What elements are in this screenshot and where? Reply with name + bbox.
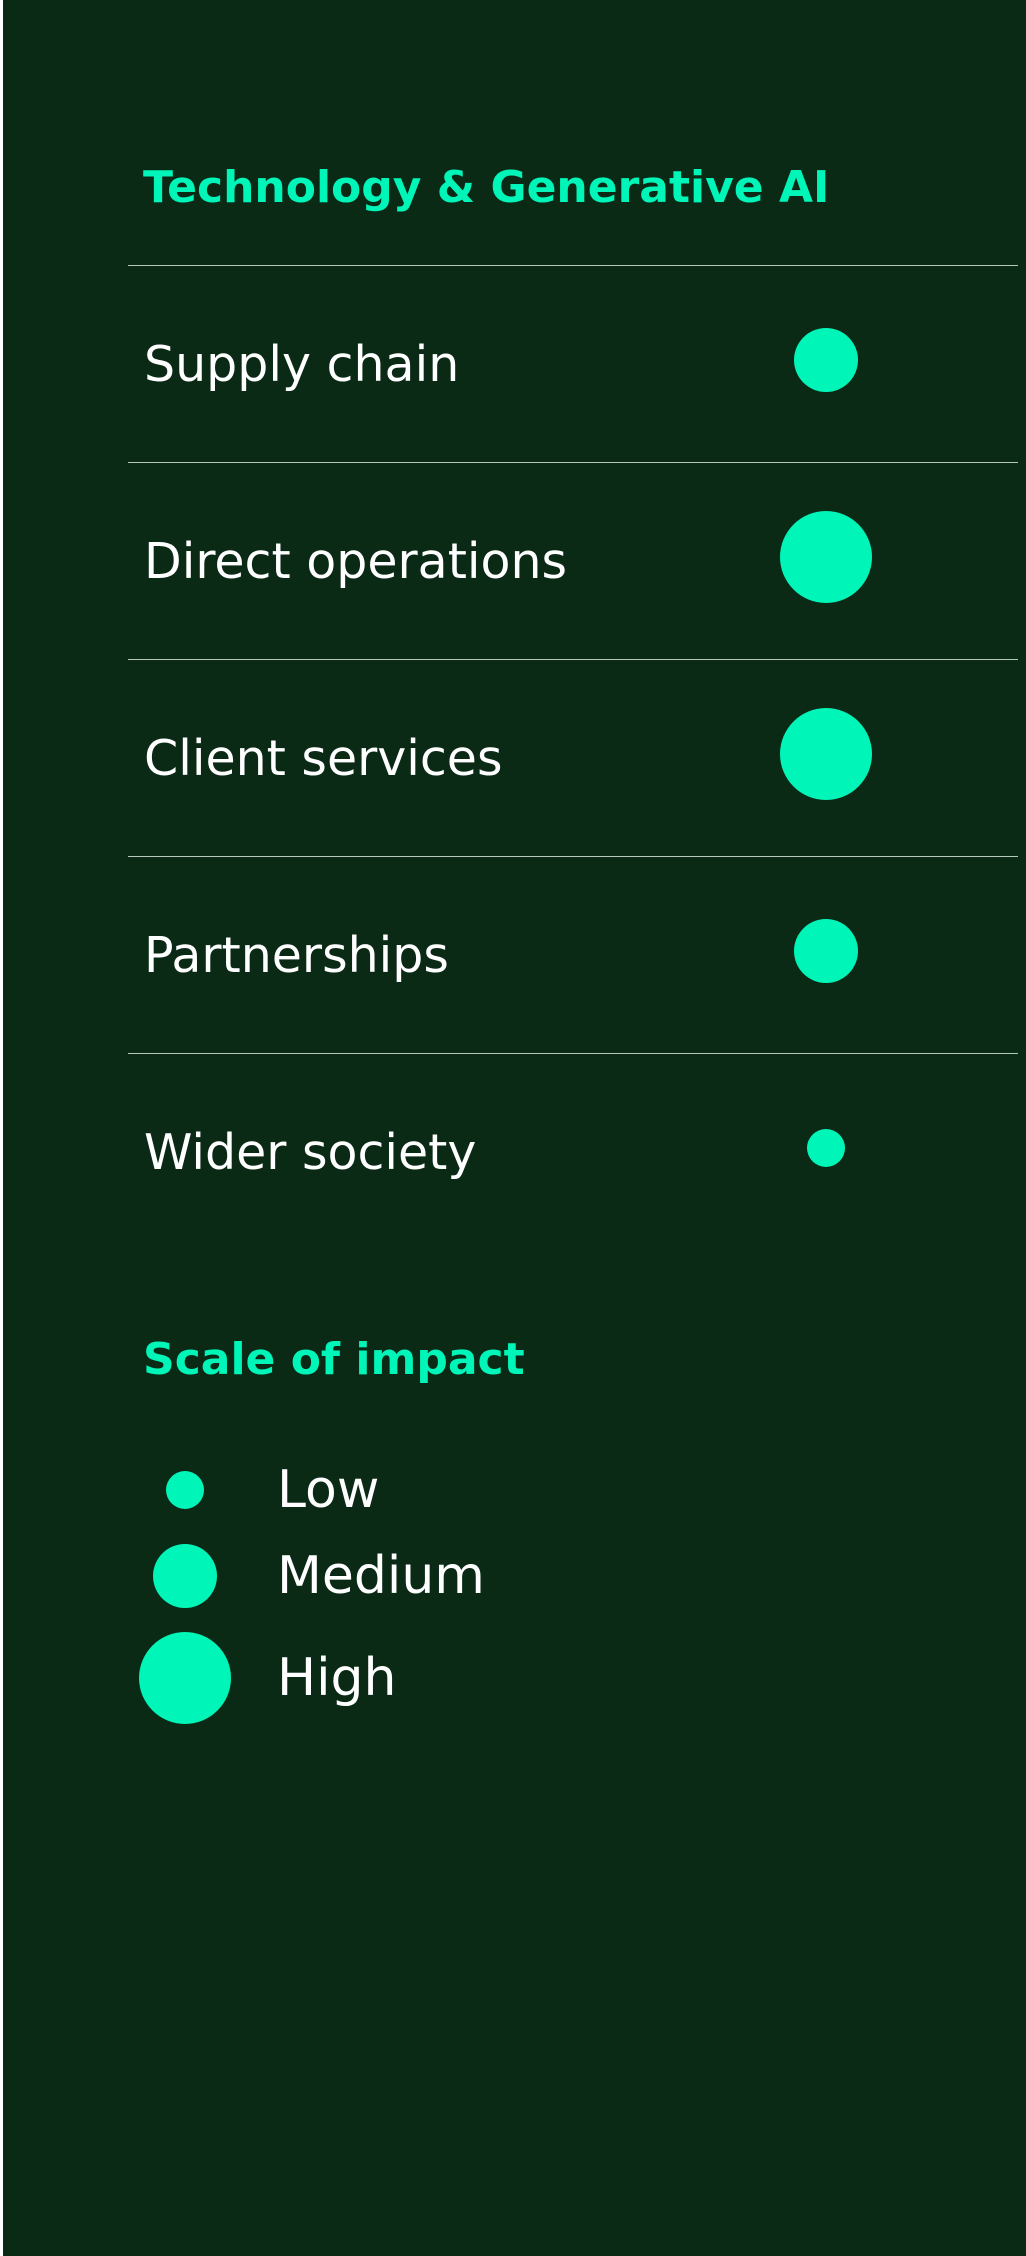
impact-dot bbox=[794, 328, 858, 392]
row-label: Client services bbox=[144, 730, 503, 787]
impact-dot bbox=[780, 511, 872, 603]
chart-title: Technology & Generative AI bbox=[143, 162, 830, 213]
row-label: Partnerships bbox=[144, 927, 449, 984]
impact-dot bbox=[780, 708, 872, 800]
legend-label: Medium bbox=[277, 1546, 485, 1606]
row-divider bbox=[128, 462, 1018, 463]
row-label: Supply chain bbox=[144, 336, 460, 393]
legend-dot-low bbox=[166, 1471, 204, 1509]
chart-panel: Technology & Generative AI Supply chain D… bbox=[3, 0, 1026, 2256]
legend-dot-high bbox=[139, 1632, 231, 1724]
row-label: Wider society bbox=[144, 1124, 477, 1181]
row-divider bbox=[128, 659, 1018, 660]
legend-label: Low bbox=[277, 1460, 380, 1520]
row-divider bbox=[128, 1053, 1018, 1054]
impact-dot bbox=[807, 1129, 845, 1167]
legend-title: Scale of impact bbox=[143, 1334, 525, 1385]
row-label: Direct operations bbox=[144, 533, 568, 590]
row-divider bbox=[128, 265, 1018, 266]
legend-dot-medium bbox=[153, 1544, 217, 1608]
row-divider bbox=[128, 856, 1018, 857]
legend-label: High bbox=[277, 1648, 397, 1708]
impact-dot bbox=[794, 919, 858, 983]
